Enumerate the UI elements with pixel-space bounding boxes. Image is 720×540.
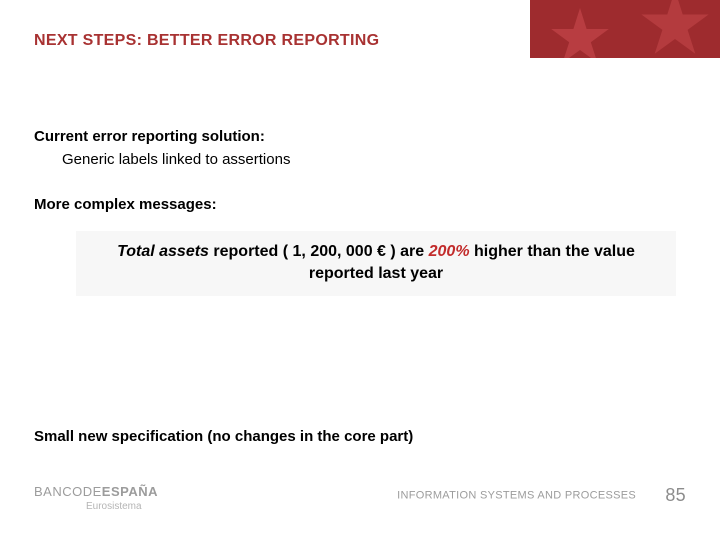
slide-content: Current error reporting solution: Generi… [34, 128, 686, 296]
section2-heading: More complex messages: [34, 196, 686, 213]
spec-line: Small new specification (no changes in t… [34, 428, 413, 445]
message-box: Total assets reported ( 1, 200, 000 € ) … [76, 231, 676, 296]
section1-heading: Current error reporting solution: [34, 128, 686, 145]
page-number: 85 [665, 485, 686, 506]
msg-part2: reported ( 1, 200, 000 € ) are [213, 243, 428, 260]
msg-accent: 200% [429, 243, 474, 260]
footer-section: INFORMATION SYSTEMS AND PROCESSES [397, 490, 636, 502]
section1-sub: Generic labels linked to assertions [62, 151, 686, 168]
footer-right: INFORMATION SYSTEMS AND PROCESSES 85 [397, 485, 686, 506]
corner-decoration [530, 0, 720, 58]
footer-logo: BANCODEESPAÑA Eurosistema [34, 485, 158, 512]
brand-sub: Eurosistema [86, 501, 158, 513]
slide-title: NEXT STEPS: BETTER ERROR REPORTING [34, 32, 379, 50]
msg-part1: Total assets [117, 243, 213, 260]
brand-part1: BANCODE [34, 484, 102, 499]
brand-part2: ESPAÑA [102, 484, 158, 499]
